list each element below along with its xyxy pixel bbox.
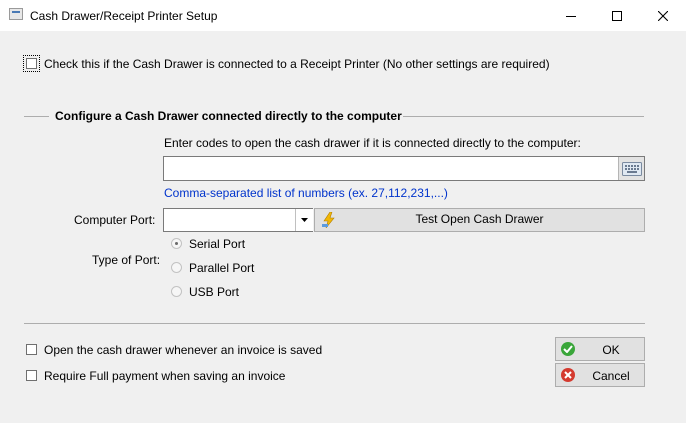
serial-port-label: Serial Port [189, 237, 246, 251]
close-icon [658, 10, 668, 21]
receipt-printer-label: Check this if the Cash Drawer is connect… [44, 57, 550, 71]
cash-register-icon [9, 8, 23, 20]
serial-port-radio[interactable] [171, 238, 182, 249]
minimize-icon [566, 15, 576, 17]
codes-hint: Comma-separated list of numbers (ex. 27,… [164, 186, 448, 200]
parallel-port-label: Parallel Port [189, 261, 255, 275]
test-open-cash-drawer-label: Test Open Cash Drawer [415, 212, 544, 226]
codes-label: Enter codes to open the cash drawer if i… [164, 136, 581, 150]
open-on-save-label: Open the cash drawer whenever an invoice… [44, 343, 323, 357]
group-divider-right [403, 116, 644, 117]
minimize-button[interactable] [548, 0, 594, 31]
computer-port-label: Computer Port: [74, 213, 156, 227]
cancel-button[interactable]: Cancel [555, 363, 645, 387]
ok-label: OK [602, 343, 620, 357]
usb-port-radio[interactable] [171, 286, 182, 297]
keyboard-button[interactable] [618, 157, 644, 180]
parallel-port-radio[interactable] [171, 262, 182, 273]
keyboard-icon [621, 161, 642, 176]
require-full-payment-label: Require Full payment when saving an invo… [44, 369, 286, 383]
maximize-icon [612, 10, 622, 21]
open-on-save-checkbox[interactable] [26, 344, 37, 355]
bottom-divider [24, 323, 645, 324]
port-type-label: Type of Port: [92, 253, 161, 267]
computer-port-select[interactable] [163, 208, 313, 232]
maximize-button[interactable] [594, 0, 640, 31]
title-bar: Cash Drawer/Receipt Printer Setup [0, 0, 686, 31]
require-full-payment-checkbox[interactable] [26, 370, 37, 381]
receipt-printer-checkbox[interactable] [23, 55, 40, 72]
computer-port-dropdown-button[interactable] [295, 209, 313, 231]
codes-input[interactable] [163, 156, 645, 181]
chevron-down-icon [301, 218, 308, 222]
close-button[interactable] [640, 0, 686, 31]
usb-port-label: USB Port [189, 285, 240, 299]
cancel-label: Cancel [592, 369, 630, 383]
group-title: Configure a Cash Drawer connected direct… [55, 109, 402, 123]
group-divider-left [24, 116, 49, 117]
ok-button[interactable]: OK [555, 337, 645, 361]
window-title: Cash Drawer/Receipt Printer Setup [30, 9, 218, 23]
